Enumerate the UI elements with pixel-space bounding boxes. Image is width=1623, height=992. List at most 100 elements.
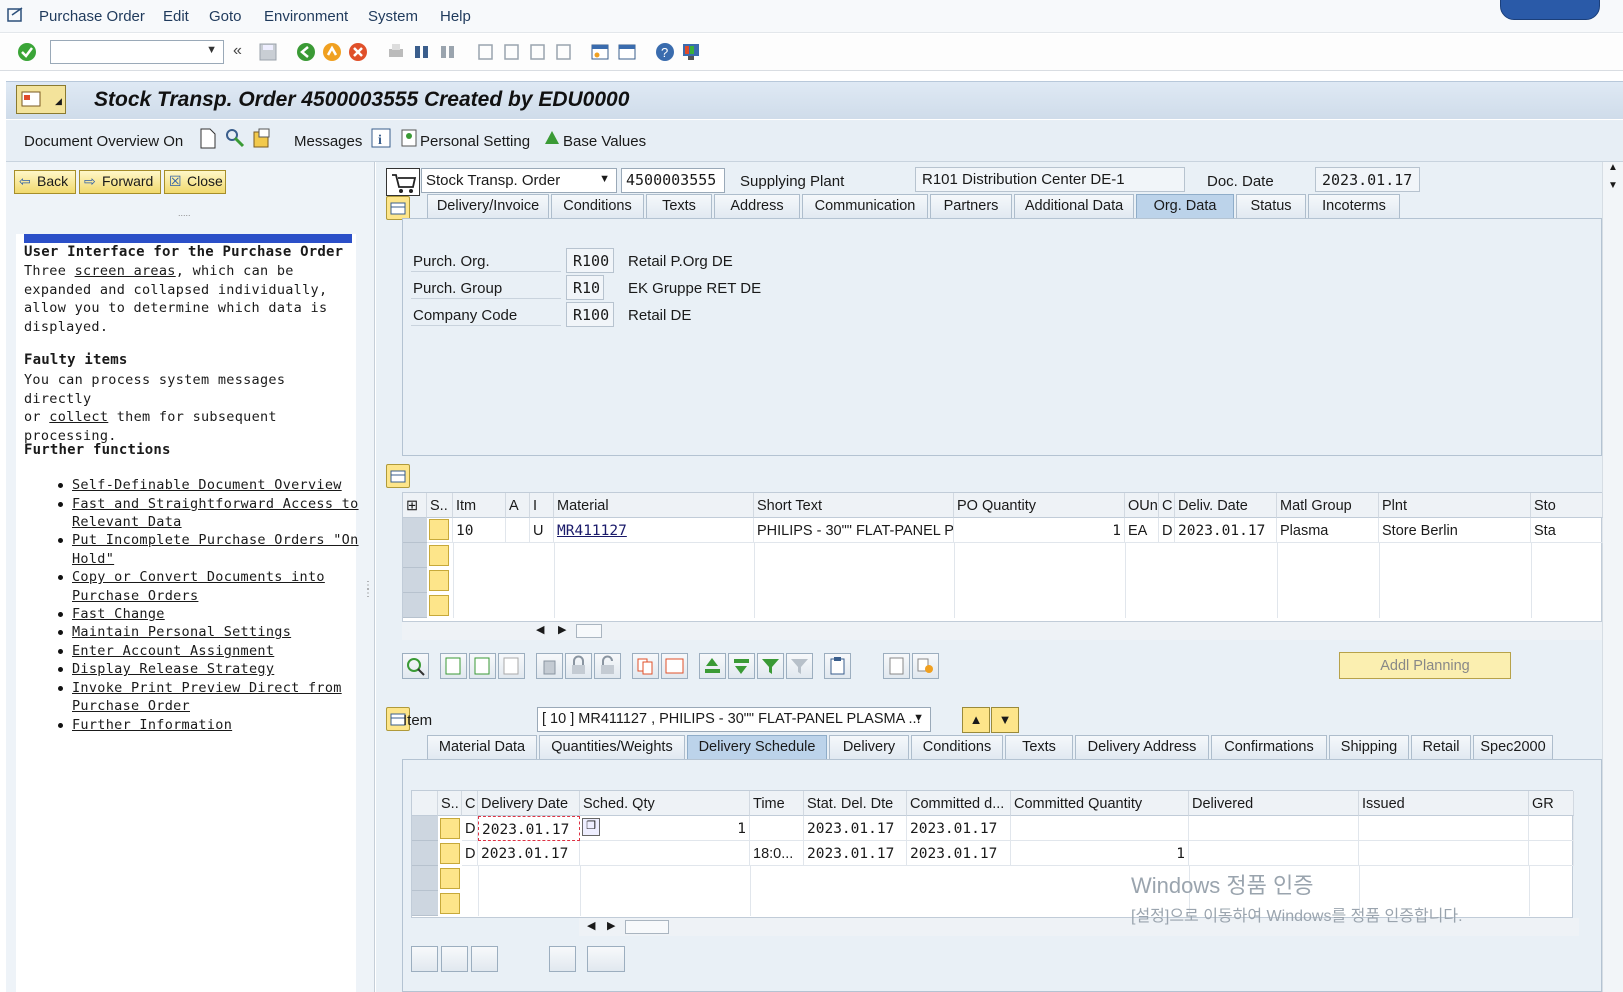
chevron-down-icon[interactable]: ▼	[206, 44, 217, 56]
issued-cell[interactable]	[1359, 841, 1529, 866]
link-copy-convert[interactable]: Copy or Convert Documents into	[72, 568, 362, 587]
column-header[interactable]: Plnt	[1379, 493, 1531, 518]
close-button[interactable]: ☒ Close	[164, 170, 226, 194]
column-header[interactable]: Matl Group	[1277, 493, 1379, 518]
link-fast-change[interactable]: Fast Change	[72, 605, 362, 624]
schedule-copy-button[interactable]	[471, 946, 498, 972]
row-selector[interactable]	[403, 518, 427, 543]
doc-date-field[interactable]: 2023.01.17	[1315, 167, 1420, 192]
tab-delivery-invoice[interactable]: Delivery/Invoice	[427, 194, 549, 218]
column-header[interactable]: C	[1159, 493, 1175, 518]
tab-partners[interactable]: Partners	[930, 194, 1012, 218]
time-cell[interactable]: 18:0...	[750, 841, 804, 866]
account-assignment-cell[interactable]	[506, 518, 530, 543]
link-copy-convert-2[interactable]: Purchase Orders	[72, 587, 362, 606]
schedule-add-button[interactable]	[411, 946, 438, 972]
scroll-right-icon[interactable]: ▶	[558, 623, 566, 636]
link-put-on-hold-2[interactable]: Hold"	[72, 550, 362, 569]
material-group-cell[interactable]: Plasma	[1277, 518, 1379, 543]
filter-button[interactable]	[757, 653, 784, 679]
command-field[interactable]: ▼	[50, 40, 224, 64]
column-header[interactable]: GR	[1529, 791, 1574, 816]
date-category-cell[interactable]: D	[462, 841, 478, 866]
previous-item-button[interactable]: ▲	[962, 707, 990, 733]
messages-button[interactable]: Messages	[294, 133, 362, 150]
column-header[interactable]: Stat. Del. Dte	[804, 791, 907, 816]
issued-cell[interactable]	[1359, 816, 1529, 841]
delivered-cell[interactable]	[1189, 841, 1359, 866]
link-print-preview[interactable]: Invoke Print Preview Direct from	[72, 679, 362, 698]
column-header[interactable]: Itm	[453, 493, 506, 518]
delivery-date-cell[interactable]: 2023.01.17	[1175, 518, 1277, 543]
po-quantity-cell[interactable]: 1	[954, 518, 1125, 543]
column-header[interactable]: Issued	[1359, 791, 1529, 816]
column-header-selector[interactable]	[412, 791, 438, 816]
delivery-date-cell[interactable]: 2023.01.17	[478, 841, 580, 866]
scroll-up-icon[interactable]: ▲	[1608, 162, 1618, 173]
other-po-icon[interactable]	[251, 127, 273, 149]
previous-page-icon[interactable]	[502, 42, 522, 62]
insert-item-button[interactable]	[469, 653, 496, 679]
cancel-icon[interactable]	[348, 42, 368, 62]
document-number-field[interactable]: 4500003555	[621, 168, 725, 193]
row-selector[interactable]	[412, 841, 438, 866]
link-account-assignment[interactable]: Enter Account Assignment	[72, 642, 362, 661]
column-header[interactable]: Delivered	[1189, 791, 1359, 816]
column-header[interactable]: C	[462, 791, 478, 816]
info-icon[interactable]: i	[371, 128, 391, 148]
column-header[interactable]: Sched. Qty	[580, 791, 750, 816]
back-button[interactable]: ⇦ Back	[14, 170, 76, 194]
item-select[interactable]: [ 10 ] MR411127 , PHILIPS - 30"" FLAT-PA…	[537, 707, 931, 732]
row-selector[interactable]	[403, 568, 427, 593]
column-header[interactable]: Committed d...	[907, 791, 1011, 816]
link-collect[interactable]: collect	[49, 409, 108, 425]
find-icon[interactable]	[412, 42, 432, 62]
delivery-date-cell[interactable]: 2023.01.17	[478, 816, 580, 841]
link-release-strategy[interactable]: Display Release Strategy	[72, 660, 362, 679]
link-screen-areas[interactable]: screen areas	[75, 263, 176, 279]
next-page-icon[interactable]	[528, 42, 548, 62]
paste-button[interactable]	[661, 653, 688, 679]
schedule-more-button[interactable]	[587, 946, 625, 972]
column-header[interactable]: OUn	[1125, 493, 1159, 518]
column-header[interactable]: S..	[438, 791, 462, 816]
back-icon[interactable]	[296, 42, 316, 62]
scheduled-quantity-cell[interactable]	[580, 841, 750, 866]
enter-check-icon[interactable]	[17, 42, 37, 62]
forward-button[interactable]: ⇨ Forward	[79, 170, 161, 194]
order-unit-cell[interactable]: EA	[1125, 518, 1159, 543]
sort-descending-button[interactable]	[728, 653, 755, 679]
item-number-cell[interactable]: 10	[453, 518, 506, 543]
row-selector[interactable]	[403, 543, 427, 568]
add-item-button[interactable]	[440, 653, 467, 679]
link-further-information[interactable]: Further Information	[72, 716, 362, 735]
horizontal-scrollbar[interactable]: ◀ ▶	[402, 622, 1602, 640]
committed-quantity-cell[interactable]	[1011, 816, 1189, 841]
shortcut-icon[interactable]	[617, 42, 637, 62]
hold-icon[interactable]	[224, 127, 246, 149]
collapse-items-button[interactable]	[386, 464, 410, 488]
tab-delivery-schedule[interactable]: Delivery Schedule	[687, 735, 827, 759]
save-icon[interactable]	[258, 42, 278, 62]
conditions-button[interactable]	[883, 653, 910, 679]
column-header[interactable]: PO Quantity	[954, 493, 1125, 518]
find-next-icon[interactable]	[438, 42, 458, 62]
schedule-delete-button[interactable]	[549, 946, 576, 972]
tab-retail[interactable]: Retail	[1411, 735, 1471, 759]
tab-spec2000[interactable]: Spec2000	[1473, 735, 1553, 759]
tab-texts[interactable]: Texts	[646, 194, 712, 218]
scroll-thumb[interactable]	[576, 624, 602, 638]
short-text-cell[interactable]: PHILIPS - 30"" FLAT-PANEL P...	[754, 518, 954, 543]
document-type-select[interactable]: Stock Transp. Order ▼	[421, 168, 617, 193]
tab-item-texts[interactable]: Texts	[1005, 735, 1073, 759]
column-header[interactable]: Deliv. Date	[1175, 493, 1277, 518]
link-fast-access-2[interactable]: Relevant Data	[72, 513, 362, 532]
tab-delivery-address[interactable]: Delivery Address	[1075, 735, 1209, 759]
pane-resize-handle[interactable]: ⋮ ⋮	[363, 581, 373, 599]
unlock-item-button[interactable]	[594, 653, 621, 679]
column-header[interactable]: Material	[554, 493, 754, 518]
tab-quantities-weights[interactable]: Quantities/Weights	[539, 735, 685, 759]
table-settings-icon[interactable]: ⊞	[403, 493, 427, 518]
delivered-cell[interactable]	[1189, 816, 1359, 841]
company-code-field[interactable]: R100	[566, 302, 614, 327]
